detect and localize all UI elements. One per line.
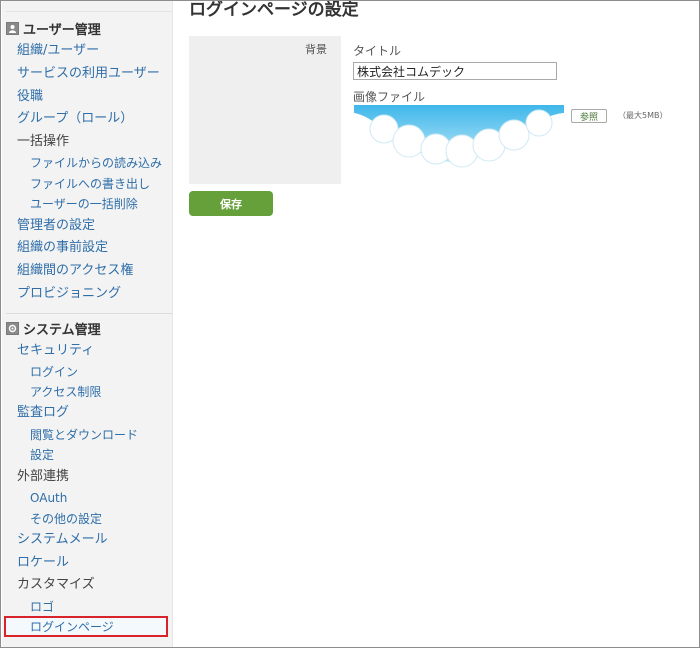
browse-button[interactable]: 参照 [571,109,607,123]
sidebar-item-org-users[interactable]: 組織/ユーザー [17,42,99,60]
sidebar-item-groups-roles[interactable]: グループ（ロール） [17,110,133,128]
sidebar-item-service-users[interactable]: サービスの利用ユーザー [17,65,160,83]
sidebar-item-admin-settings[interactable]: 管理者の設定 [17,217,95,235]
user-icon [6,21,19,35]
sidebar-item-customize: カスタマイズ [17,577,95,592]
system-management-heading: システム管理 [6,318,101,338]
save-button[interactable]: 保存 [189,191,273,216]
divider [6,313,172,314]
sidebar-item-bulk-delete-users[interactable]: ユーザーの一括削除 [30,195,138,213]
sidebar-item-org-presettings[interactable]: 組織の事前設定 [17,239,108,257]
page-title: ログインページの設定 [189,0,359,20]
main-content: ログインページの設定 背景 タイトル 画像ファイル [173,1,699,647]
image-file-label: 画像ファイル [353,90,426,104]
title-input[interactable] [353,62,557,80]
section-heading-label: システム管理 [23,322,101,338]
sidebar-item-export-file[interactable]: ファイルへの書き出し [30,175,150,193]
sidebar-item-bulk-operations: 一括操作 [17,134,70,149]
gear-icon [6,321,19,335]
background-panel: 背景 [189,36,341,184]
divider [6,11,172,12]
sidebar-item-logo[interactable]: ロゴ [30,598,54,616]
user-management-heading: ユーザー管理 [6,18,101,38]
app-window: ユーザー管理 組織/ユーザー サービスの利用ユーザー 役職 グループ（ロール） … [0,0,700,648]
sidebar-item-provisioning[interactable]: プロビジョニング [17,285,121,303]
sidebar-item-view-download[interactable]: 閲覧とダウンロード [30,426,138,444]
cloud-image-preview [354,105,564,169]
sidebar-item-access-restriction[interactable]: アクセス制限 [30,383,101,401]
sidebar-item-audit-log[interactable]: 監査ログ [17,404,69,422]
sidebar-item-titles[interactable]: 役職 [17,88,43,106]
section-heading-label: ユーザー管理 [23,22,101,38]
sidebar: ユーザー管理 組織/ユーザー サービスの利用ユーザー 役職 グループ（ロール） … [2,1,173,647]
sidebar-item-import-file[interactable]: ファイルからの読み込み [30,154,162,172]
max-size-note: （最大5MB） [618,111,668,120]
sidebar-item-inter-org-access[interactable]: 組織間のアクセス権 [17,262,133,280]
sidebar-item-login-page[interactable]: ログインページ [30,618,114,636]
sidebar-item-locale[interactable]: ロケール [17,554,69,572]
sidebar-item-other-settings[interactable]: その他の設定 [30,510,102,528]
sidebar-item-security[interactable]: セキュリティ [17,342,94,360]
background-label: 背景 [305,43,327,56]
sidebar-item-audit-settings[interactable]: 設定 [30,446,54,464]
sidebar-item-system-mail[interactable]: システムメール [17,531,108,549]
sidebar-item-login[interactable]: ログイン [30,363,78,381]
sidebar-item-oauth[interactable]: OAuth [30,489,67,507]
title-label: タイトル [353,44,402,58]
sidebar-item-external-integration: 外部連携 [17,469,70,484]
